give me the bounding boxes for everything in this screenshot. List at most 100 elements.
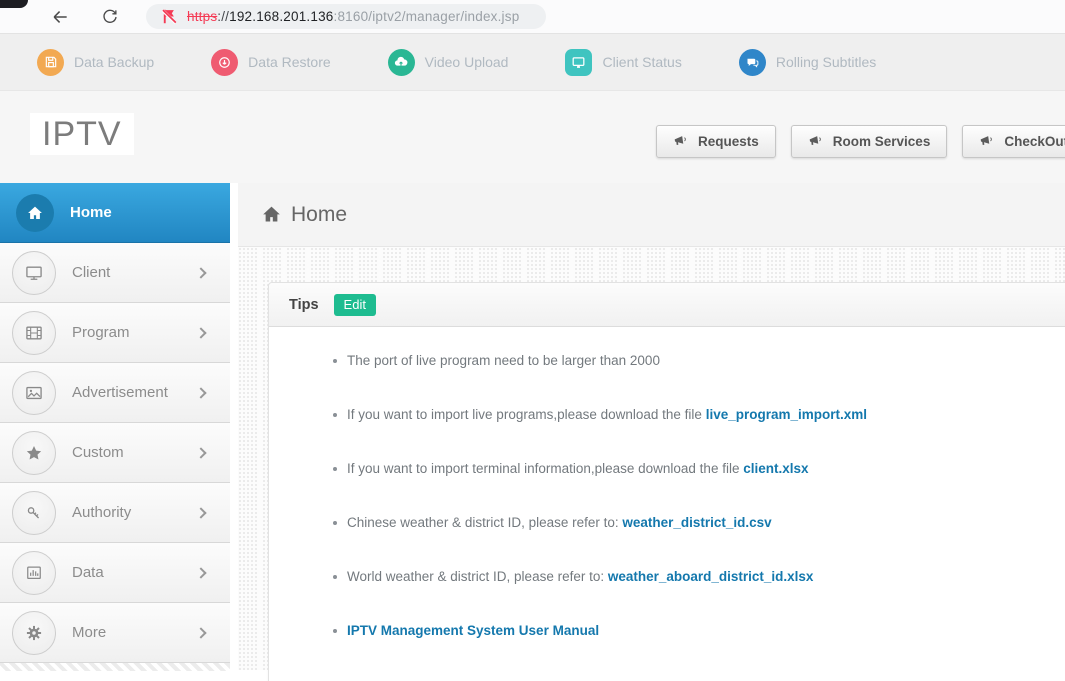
tip-link[interactable]: weather_aboard_district_id.xlsx <box>608 569 814 584</box>
browser-reload-button[interactable] <box>96 3 124 31</box>
url-scheme: https <box>187 9 218 24</box>
cloud-upload-icon <box>387 48 415 76</box>
tip-text: The port of live program need to be larg… <box>347 353 660 368</box>
sidebar-item-authority[interactable]: Authority <box>0 483 230 543</box>
sidebar-item-more[interactable]: More <box>0 603 230 663</box>
sidebar-item-label: Data <box>72 564 104 581</box>
chevron-right-icon <box>195 506 207 519</box>
toolbar-item-data-backup[interactable]: Data Backup <box>37 48 154 76</box>
requests-button[interactable]: Requests <box>656 125 776 158</box>
sidebar-menu: Home Client Program Advertisement Custom… <box>0 183 230 663</box>
room-services-button[interactable]: Room Services <box>790 125 948 158</box>
tip-link[interactable]: weather_district_id.csv <box>622 515 771 530</box>
toolbar-item-rolling-subtitles[interactable]: Rolling Subtitles <box>738 48 877 76</box>
sidebar-item-program[interactable]: Program <box>0 303 230 363</box>
chevron-right-icon <box>195 446 207 459</box>
tip-item: The port of live program need to be larg… <box>333 353 1065 368</box>
sidebar-item-label: Custom <box>72 444 124 461</box>
app-logo: IPTV <box>30 113 134 155</box>
chevron-right-icon <box>195 566 207 579</box>
tips-panel: Tips Edit The port of live program need … <box>268 282 1065 681</box>
main-content: Home Tips Edit The port of live program … <box>230 183 1065 681</box>
app-logo-text: IPTV <box>42 115 122 153</box>
floppy-disk-icon <box>37 48 64 76</box>
tip-link[interactable]: live_program_import.xml <box>706 407 867 422</box>
chevron-right-icon <box>195 266 207 279</box>
sidebar-item-client[interactable]: Client <box>0 243 230 303</box>
chevron-right-icon <box>195 386 207 399</box>
tip-link[interactable]: client.xlsx <box>743 461 808 476</box>
breadcrumb: Home <box>238 183 1065 247</box>
sidebar-item-advertisement[interactable]: Advertisement <box>0 363 230 423</box>
url-text: https://192.168.201.136:8160/iptv2/manag… <box>187 9 519 24</box>
monitor-icon <box>565 48 593 76</box>
tip-text: Chinese weather & district ID, please re… <box>347 515 623 530</box>
tip-item: If you want to import live programs,plea… <box>333 407 1065 422</box>
url-separator: :// <box>217 9 230 24</box>
button-label: Requests <box>698 134 759 149</box>
edit-button[interactable]: Edit <box>333 293 376 316</box>
url-host: 192.168.201.136 <box>229 9 334 24</box>
monitor-icon <box>12 250 56 295</box>
address-bar[interactable]: https://192.168.201.136:8160/iptv2/manag… <box>146 4 546 29</box>
tip-text: If you want to import live programs,plea… <box>347 407 706 422</box>
toolbar-item-label: Client Status <box>602 54 682 70</box>
star-icon <box>12 430 56 475</box>
toolbar-item-label: Rolling Subtitles <box>775 54 877 70</box>
content-area: Tips Edit The port of live program need … <box>238 247 1065 681</box>
browser-bar: https://192.168.201.136:8160/iptv2/manag… <box>0 0 1065 34</box>
image-icon <box>12 370 56 415</box>
window-frame-corner <box>0 0 28 8</box>
tip-item: Chinese weather & district ID, please re… <box>333 515 1065 530</box>
megaphone-icon <box>979 134 995 150</box>
sidebar-item-label: Client <box>72 264 111 281</box>
app-header: IPTV Requests Room Services CheckOut Req… <box>0 90 1065 183</box>
sidebar-item-label: Authority <box>72 504 132 521</box>
button-label: Room Services <box>832 134 931 149</box>
key-icon <box>12 490 56 535</box>
sidebar-item-data[interactable]: Data <box>0 543 230 603</box>
bar-chart-icon <box>12 550 56 595</box>
sidebar-item-label: Program <box>72 324 130 341</box>
tip-link[interactable]: IPTV Management System User Manual <box>347 623 599 638</box>
sidebar-item-label: Home <box>70 204 112 221</box>
url-path: :8160/iptv2/manager/index.jsp <box>333 9 520 24</box>
sidebar: Home Client Program Advertisement Custom… <box>0 183 230 671</box>
browser-back-button[interactable] <box>46 3 74 31</box>
film-icon <box>12 310 56 355</box>
toolbar-item-label: Data Restore <box>248 54 331 70</box>
back-arrow-icon <box>50 7 70 27</box>
sidebar-item-label: More <box>72 624 107 641</box>
app-body: Home Client Program Advertisement Custom… <box>0 183 1065 681</box>
megaphone-icon <box>808 134 824 150</box>
tip-text: World weather & district ID, please refe… <box>347 569 608 584</box>
checkout-requests-button[interactable]: CheckOut Requests <box>962 125 1065 158</box>
tips-panel-title: Tips <box>289 296 319 313</box>
megaphone-icon <box>673 134 689 150</box>
gear-icon <box>12 610 56 655</box>
sidebar-item-custom[interactable]: Custom <box>0 423 230 483</box>
chevron-right-icon <box>195 326 207 339</box>
tip-item: If you want to import terminal informati… <box>333 461 1065 476</box>
toolbar-item-client-status[interactable]: Client Status <box>565 48 682 76</box>
tip-item: IPTV Management System User Manual <box>333 623 1065 638</box>
tip-text: If you want to import terminal informati… <box>347 461 744 476</box>
toolbar-item-data-restore[interactable]: Data Restore <box>211 48 331 76</box>
home-icon <box>16 193 54 232</box>
button-label: CheckOut Requests <box>1004 134 1065 149</box>
chevron-right-icon <box>195 626 207 639</box>
tips-list: The port of live program need to be larg… <box>269 353 1065 638</box>
toolbar-item-video-upload[interactable]: Video Upload <box>387 48 509 76</box>
home-icon <box>261 204 282 225</box>
reload-icon <box>101 8 119 26</box>
tips-panel-header: Tips Edit <box>269 283 1065 327</box>
sidebar-hatch-filler <box>0 663 230 671</box>
header-buttons: Requests Room Services CheckOut Requests <box>656 125 1065 158</box>
not-secure-flag-icon[interactable] <box>160 7 179 26</box>
sidebar-item-home[interactable]: Home <box>0 183 230 243</box>
tip-item: World weather & district ID, please refe… <box>333 569 1065 584</box>
toolbar-item-label: Video Upload <box>424 54 509 70</box>
chat-bubbles-icon <box>738 48 766 76</box>
download-circle-icon <box>211 48 239 76</box>
feature-toolbar: Data Backup Data Restore Video Upload Cl… <box>0 34 1065 90</box>
